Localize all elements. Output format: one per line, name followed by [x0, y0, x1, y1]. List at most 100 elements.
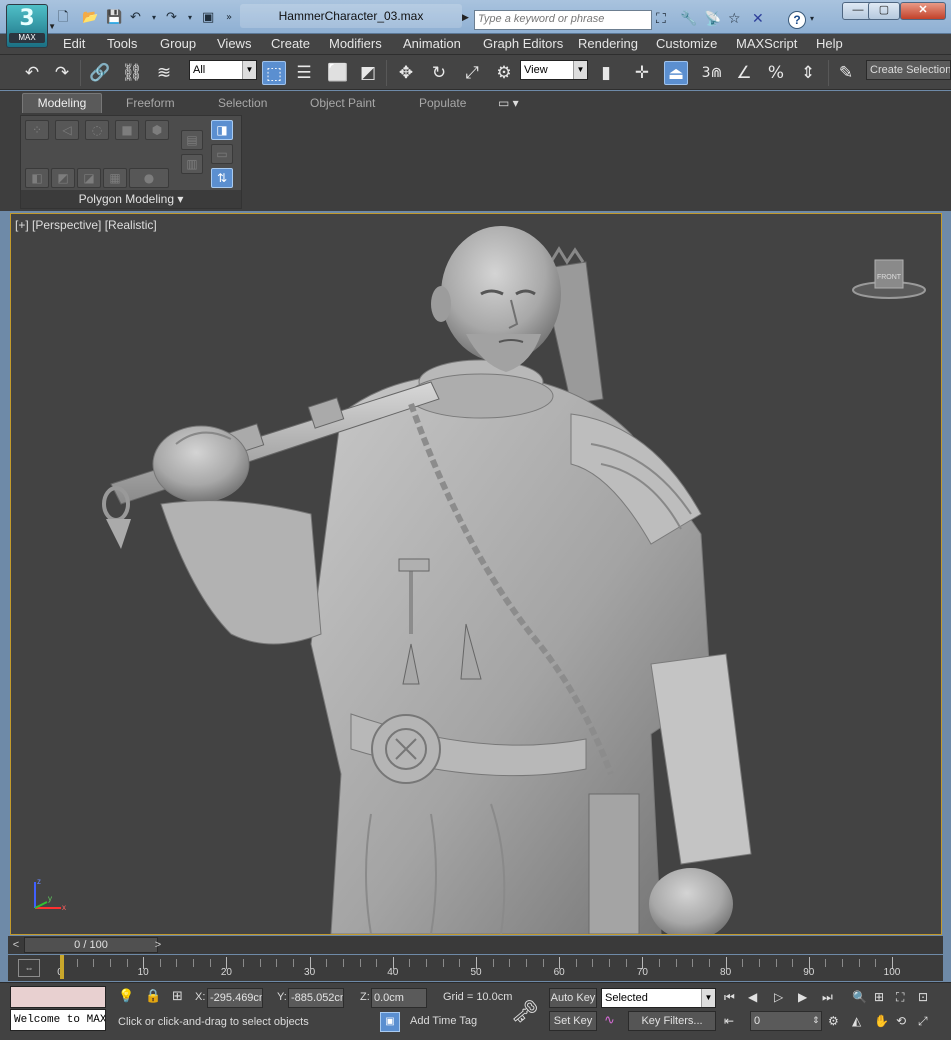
- pan-view-icon[interactable]: ✋: [874, 1013, 889, 1029]
- x-coordinate-field[interactable]: -295.469cm: [207, 988, 263, 1008]
- application-button[interactable]: 3 MAX ▼: [6, 4, 56, 48]
- zoom-icon[interactable]: 🔍: [852, 989, 867, 1005]
- default-tangents-icon[interactable]: ∿: [604, 1013, 615, 1029]
- polygon-mode-icon[interactable]: ■: [115, 120, 139, 140]
- unlink-selection-icon[interactable]: ⛓: [120, 61, 144, 85]
- menu-help[interactable]: Help: [816, 36, 843, 52]
- edit-named-selection-icon[interactable]: ✎: [834, 61, 858, 85]
- time-configuration-icon[interactable]: ⚙: [828, 1013, 839, 1029]
- time-slider-thumb[interactable]: 0 / 100: [24, 937, 158, 953]
- menu-modifiers[interactable]: Modifiers: [329, 36, 382, 52]
- save-file-icon[interactable]: 💾: [106, 10, 122, 26]
- subscription-key-icon[interactable]: 🔧: [680, 10, 697, 28]
- time-slider[interactable]: < 0 / 100 >: [8, 936, 943, 954]
- key-filters-button[interactable]: Key Filters...: [628, 1011, 716, 1031]
- time-slider-prev-button[interactable]: <: [8, 937, 24, 953]
- maxscript-mini-listener-input[interactable]: Welcome to MAXScript.: [10, 1009, 106, 1031]
- key-mode-toggle-icon[interactable]: ⇤: [724, 1013, 734, 1029]
- select-and-rotate-icon[interactable]: ↻: [427, 61, 451, 85]
- element-mode-icon[interactable]: ⬢: [145, 120, 169, 140]
- menu-maxscript[interactable]: MAXScript: [736, 36, 797, 52]
- undo-dropdown-icon[interactable]: ▾: [152, 10, 156, 26]
- perspective-viewport[interactable]: [+] [Perspective] [Realistic] FRONT z x …: [10, 213, 942, 935]
- percent-snap-icon[interactable]: %: [764, 61, 788, 85]
- redo-dropdown-icon[interactable]: ▾: [188, 10, 192, 26]
- selection-lock-icon[interactable]: 🔒: [145, 989, 161, 1005]
- menu-rendering[interactable]: Rendering: [578, 36, 638, 52]
- window-crossing-icon[interactable]: ◩: [356, 61, 380, 85]
- play-icon[interactable]: ▷: [774, 989, 783, 1005]
- ribbon-options-icon[interactable]: ▭ ▾: [498, 95, 519, 111]
- redo-icon[interactable]: ↷: [50, 61, 74, 85]
- rectangular-selection-icon[interactable]: ⬜: [326, 61, 350, 85]
- select-and-move-icon[interactable]: ✥: [394, 61, 418, 85]
- key-mode-dropdown[interactable]: Selected ▼: [601, 988, 716, 1008]
- select-and-link-icon[interactable]: 🔗: [88, 61, 112, 85]
- orbit-icon[interactable]: ⟲: [896, 1013, 906, 1029]
- toggle-command-mode-icon[interactable]: ⇅: [211, 168, 233, 188]
- menu-group[interactable]: Group: [160, 36, 196, 52]
- maxscript-mini-listener-output[interactable]: [10, 986, 106, 1008]
- previous-modifier-icon[interactable]: ▥: [181, 154, 203, 174]
- modify-mode-icon[interactable]: ▤: [181, 130, 203, 150]
- add-time-tag-button[interactable]: ▣ Add Time Tag: [380, 1011, 500, 1033]
- expand-search-icon[interactable]: ▶: [462, 12, 469, 23]
- menu-create[interactable]: Create: [271, 36, 310, 52]
- collapse-stack-icon[interactable]: ▭: [211, 144, 233, 164]
- maximize-viewport-icon[interactable]: ⤢: [918, 1013, 928, 1029]
- undo-icon[interactable]: ↶: [20, 61, 44, 85]
- search-input[interactable]: Type a keyword or phrase: [474, 10, 652, 30]
- favorites-star-icon[interactable]: ☆: [728, 10, 741, 28]
- show-end-result-icon[interactable]: ◨: [211, 120, 233, 140]
- zoom-all-icon[interactable]: ⊞: [874, 989, 884, 1005]
- menu-graph-editors[interactable]: Graph Editors: [483, 36, 563, 52]
- communication-center-icon[interactable]: 📡: [704, 10, 721, 28]
- redo-icon[interactable]: ↷: [166, 10, 177, 26]
- previous-frame-icon[interactable]: ◀: [748, 989, 757, 1005]
- set-keys-icon[interactable]: 🗝: [504, 993, 546, 1033]
- edge-mode-icon[interactable]: ◁: [55, 120, 79, 140]
- y-coordinate-field[interactable]: -885.052cm: [288, 988, 344, 1008]
- ignore-backfacing-icon[interactable]: ◪: [77, 168, 101, 188]
- zoom-extents-all-icon[interactable]: ⊡: [918, 989, 928, 1005]
- bind-to-space-warp-icon[interactable]: ≋: [152, 61, 176, 85]
- zoom-extents-icon[interactable]: ⛶: [896, 989, 904, 1005]
- exchange-x-icon[interactable]: ✕: [752, 10, 764, 28]
- character-model[interactable]: [11, 214, 941, 934]
- vertex-mode-icon[interactable]: ⁘: [25, 120, 49, 140]
- menu-animation[interactable]: Animation: [403, 36, 461, 52]
- open-file-icon[interactable]: 📂: [82, 10, 98, 26]
- current-frame-marker[interactable]: [60, 955, 64, 979]
- preview-selection-icon[interactable]: ▦: [103, 168, 127, 188]
- select-by-name-icon[interactable]: ☰: [292, 61, 316, 85]
- field-of-view-icon[interactable]: ◭: [852, 1013, 861, 1029]
- tab-modeling[interactable]: Modeling: [22, 93, 102, 113]
- new-scene-icon[interactable]: 🗋: [58, 10, 68, 26]
- angle-snap-icon[interactable]: ∠: [732, 61, 756, 85]
- snaps-toggle-icon[interactable]: 3⋒: [700, 61, 724, 85]
- menu-tools[interactable]: Tools: [107, 36, 137, 52]
- binoculars-icon[interactable]: ⛶: [656, 10, 666, 28]
- timeline-ruler[interactable]: 0102030405060708090100: [57, 955, 900, 981]
- isolate-selection-icon[interactable]: 💡: [118, 989, 134, 1005]
- open-mini-curve-editor-icon[interactable]: ⇔: [18, 959, 40, 977]
- tab-selection[interactable]: Selection: [218, 95, 267, 111]
- select-manipulate-icon[interactable]: ✛: [630, 61, 654, 85]
- more-icon[interactable]: »: [226, 10, 232, 26]
- next-frame-icon[interactable]: ▶: [798, 989, 807, 1005]
- go-to-start-icon[interactable]: ⏮: [724, 989, 735, 1005]
- viewport-label-menu[interactable]: [+] [Perspective] [Realistic]: [15, 218, 157, 232]
- named-selection-input[interactable]: Create Selection Se: [866, 60, 951, 80]
- tab-freeform[interactable]: Freeform: [126, 95, 175, 111]
- grow-selection-icon[interactable]: ◧: [25, 168, 49, 188]
- help-icon[interactable]: ?: [788, 11, 806, 29]
- shrink-selection-icon[interactable]: ◩: [51, 168, 75, 188]
- spinner-snap-icon[interactable]: ⇕: [796, 61, 820, 85]
- polygon-modeling-panel-title[interactable]: Polygon Modeling ▾: [21, 190, 241, 208]
- help-dropdown-icon[interactable]: ▾: [810, 10, 814, 28]
- select-object-icon[interactable]: ⬚: [262, 61, 286, 85]
- menu-edit[interactable]: Edit: [63, 36, 85, 52]
- frame-spinner-icon[interactable]: ⇕: [812, 1013, 820, 1029]
- menu-customize[interactable]: Customize: [656, 36, 717, 52]
- selection-filter-dropdown[interactable]: All ▼: [189, 60, 257, 80]
